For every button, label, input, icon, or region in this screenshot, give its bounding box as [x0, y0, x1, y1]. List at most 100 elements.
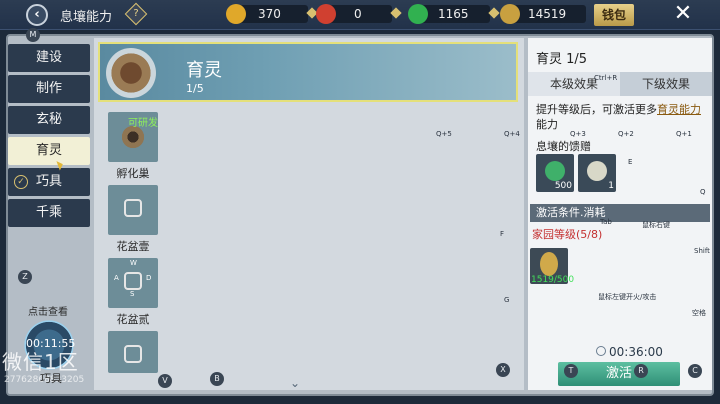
key-hint: 空格 — [692, 309, 706, 317]
item-locked-4[interactable] — [108, 331, 158, 373]
page-title: 息壤能力 — [60, 10, 113, 25]
wallet-button[interactable]: 钱包 — [594, 4, 634, 26]
detail-title: 育灵 1/5 — [536, 52, 588, 67]
research-badge: 可研发 — [128, 118, 158, 129]
effect-tabs: 本级效果 下级效果 — [528, 72, 712, 96]
sidebar-item-nurture[interactable]: 育灵 — [8, 137, 90, 165]
resource-green: 1165 — [408, 4, 500, 24]
key-hint: F — [500, 230, 505, 238]
banner-count: 1/5 — [186, 82, 204, 95]
resource-seed-value: 14519 — [528, 7, 567, 21]
key-hint: E — [628, 158, 633, 166]
key-hint: B — [210, 372, 224, 386]
resource-seed: 14519 — [500, 4, 586, 24]
banner-title: 育灵 — [186, 60, 222, 81]
resource-red-value: 0 — [354, 7, 362, 21]
lock-icon — [124, 272, 142, 290]
resource-red: 0 — [316, 4, 402, 24]
material-item[interactable]: 1519/500 — [530, 248, 574, 285]
effect-description: 提升等级后，可激活更多育灵能力能力 — [536, 102, 706, 132]
sidebar-item-label: 千乘 — [35, 205, 62, 220]
orb-icon — [587, 161, 607, 181]
sidebar-item-label: 育灵 — [35, 143, 62, 158]
red-orb-icon — [316, 4, 336, 24]
key-hint: Q+1 — [676, 130, 692, 138]
key-hint: S — [130, 290, 135, 298]
selected-banner: 育灵 1/5 — [98, 42, 518, 102]
help-glyph: ? — [133, 8, 139, 19]
material-count: 1519/500 — [531, 275, 575, 285]
key-hint: W — [130, 259, 137, 267]
cooldown-value: 00:36:00 — [609, 345, 663, 359]
tool-label: 巧具 — [40, 372, 62, 385]
key-hint: 鼠标右键 — [642, 221, 670, 229]
key-hint: C — [688, 364, 702, 378]
check-icon: ✓ — [14, 175, 28, 189]
resource-gold-value: 370 — [258, 7, 281, 21]
sidebar-item-label: 玄秘 — [35, 112, 62, 127]
item-thumb — [108, 185, 158, 235]
key-hint: D — [146, 274, 152, 282]
sidebar-item-label: 制作 — [35, 81, 62, 96]
item-flowerpot-1[interactable]: 花盆壹 — [108, 185, 158, 254]
nest-icon — [106, 48, 156, 98]
key-hint: R — [634, 364, 648, 378]
sidebar-item-vehicles[interactable]: 千乘 — [8, 199, 90, 227]
close-icon[interactable]: ✕ — [670, 2, 696, 28]
sidebar-item-mystic[interactable]: 玄秘 — [8, 106, 90, 134]
sidebar-item-tools[interactable]: ✓ 巧具 — [8, 168, 90, 196]
key-hint: V — [158, 374, 172, 388]
key-hint: Ctrl+R — [594, 74, 618, 82]
seed-icon — [540, 252, 558, 276]
sidebar-item-build[interactable]: 建设 — [8, 44, 90, 72]
item-thumb — [108, 331, 158, 373]
key-hint: X — [496, 363, 510, 377]
resource-gold: 370 — [226, 4, 318, 24]
item-name: 孵化巢 — [116, 167, 150, 180]
key-hint: Tab — [600, 218, 612, 226]
item-thumb: 可研发 — [108, 112, 158, 162]
key-hint: Z — [18, 270, 32, 284]
key-hint: G — [504, 296, 510, 304]
desc-suffix: 能力 — [536, 118, 558, 131]
key-hint: Shift — [694, 247, 710, 255]
clock-icon — [596, 346, 606, 356]
watch-label: 点击查看 — [28, 307, 68, 318]
seed-icon — [500, 4, 520, 24]
scroll-down-icon[interactable]: ⌄ — [290, 376, 300, 390]
green-jade-icon — [408, 4, 428, 24]
activate-section-header: 激活条件.消耗 — [530, 204, 710, 222]
lock-icon — [124, 199, 142, 217]
sidebar-item-label: 巧具 — [35, 174, 62, 189]
desc-prefix: 提升等级后，可激活更多 — [536, 103, 657, 116]
item-name: 花盆贰 — [116, 313, 150, 326]
gift-title: 息壤的馈赠 — [536, 140, 591, 153]
item-hatch-nest[interactable]: 可研发 孵化巢 — [108, 112, 158, 181]
key-hint: Q+4 — [504, 130, 520, 138]
gift-count: 500 — [554, 181, 572, 191]
ability-link[interactable]: 育灵能力 — [657, 103, 701, 116]
key-hint: A — [114, 274, 119, 282]
cooldown-timer: 00:36:00 — [596, 345, 663, 359]
key-hint: T — [564, 364, 578, 378]
key-hint: 鼠标左键开火/攻击 — [598, 293, 657, 301]
gift-count: 1 — [608, 181, 614, 191]
key-hint: Q+5 — [436, 130, 452, 138]
back-button[interactable]: ‹ — [26, 4, 48, 26]
jade-icon — [545, 161, 565, 181]
key-hint: Q+3 — [570, 130, 586, 138]
gift-item-2[interactable]: 1 — [578, 154, 616, 192]
key-hint: Q — [700, 188, 706, 196]
sidebar-item-label: 建设 — [35, 50, 62, 65]
tab-next-effect[interactable]: 下级效果 — [620, 72, 712, 96]
sidebar-item-craft[interactable]: 制作 — [8, 75, 90, 103]
sidebar: 建设 制作 玄秘 育灵 ✓ 巧具 千乘 — [8, 44, 90, 230]
key-hint: Q+2 — [618, 130, 634, 138]
lock-icon — [124, 345, 142, 363]
resource-green-value: 1165 — [438, 7, 469, 21]
requirement-text: 家园等级(5/8) — [532, 228, 603, 241]
gold-coin-icon — [226, 4, 246, 24]
item-name: 花盆壹 — [116, 240, 150, 253]
gift-item-1[interactable]: 500 — [536, 154, 574, 192]
key-hint: M — [26, 28, 40, 42]
